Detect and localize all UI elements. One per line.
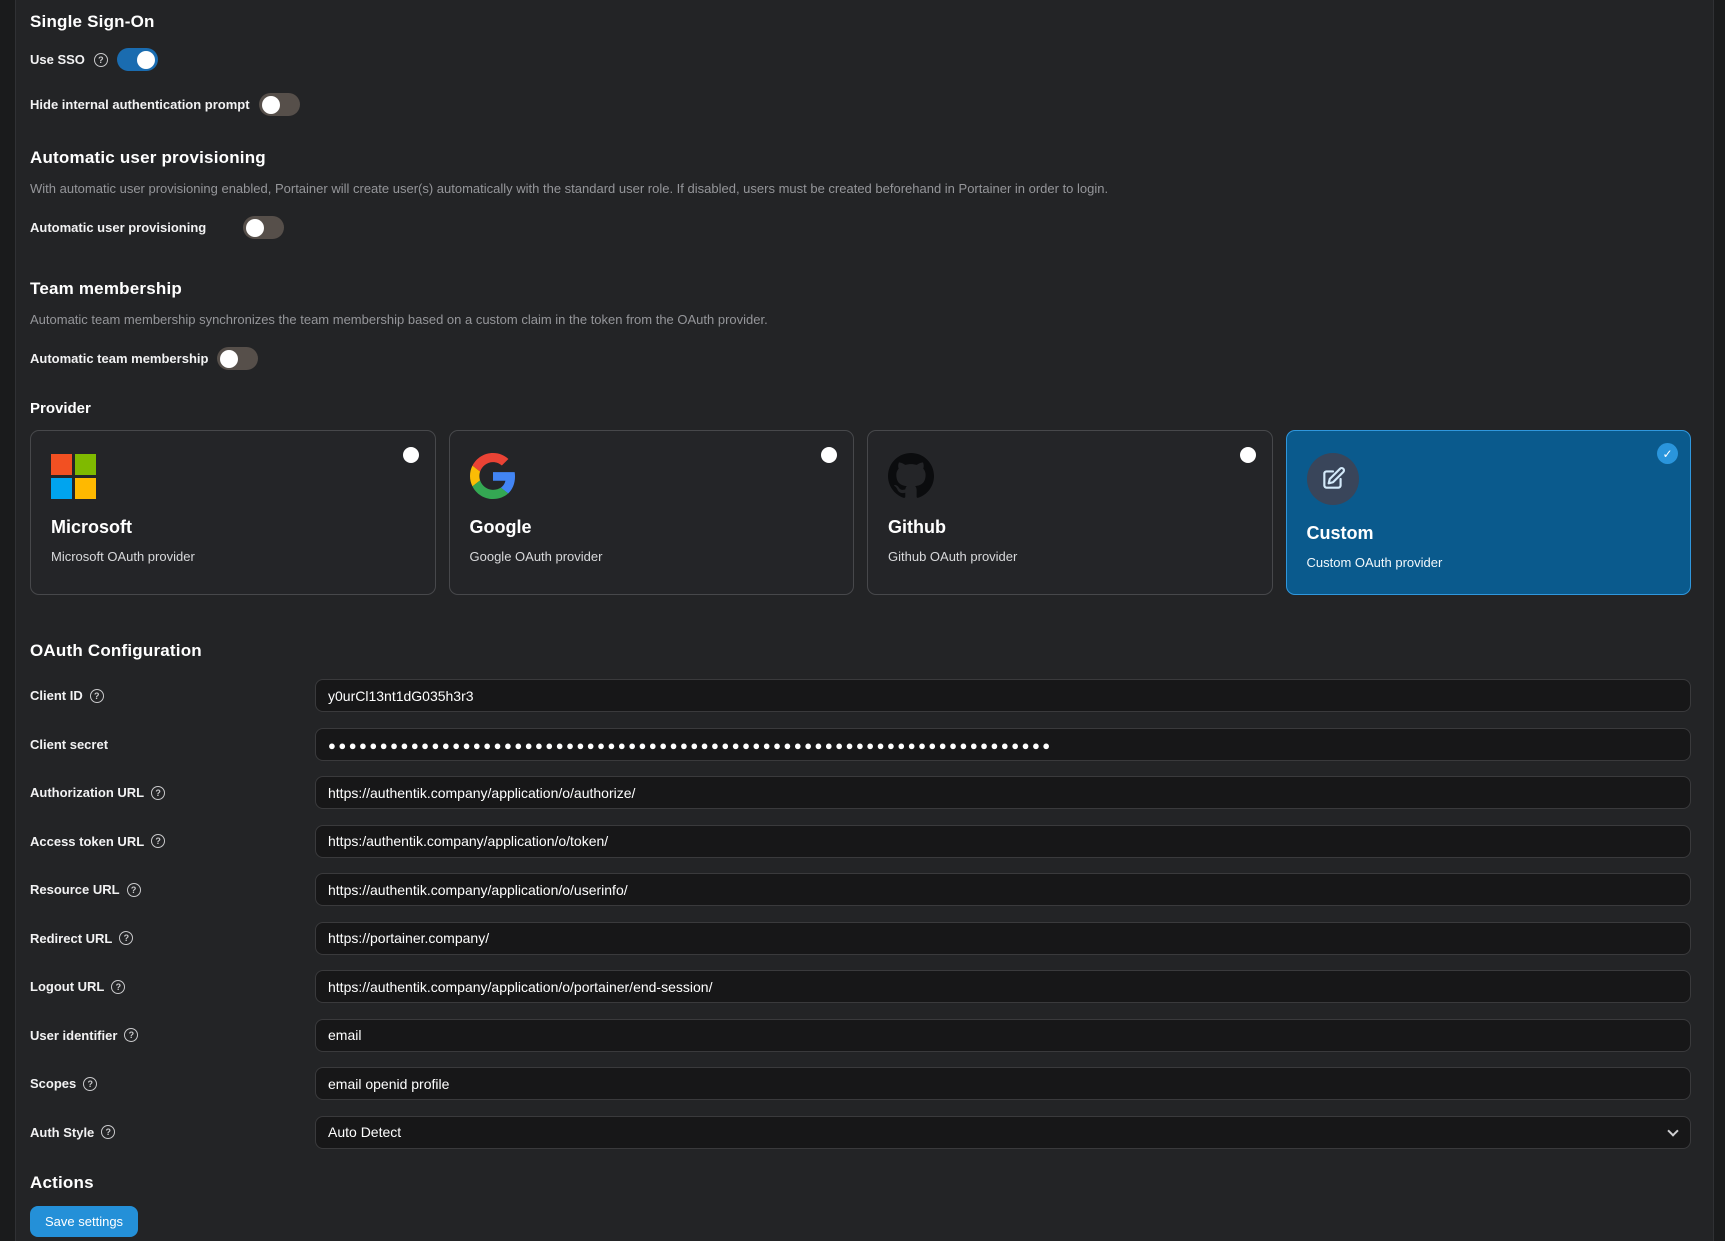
client-id-label: Client ID ?: [30, 688, 315, 703]
provisioning-toggle[interactable]: [243, 216, 284, 239]
radio-icon[interactable]: [1240, 447, 1256, 463]
resource-url-input[interactable]: [315, 873, 1691, 906]
hide-prompt-toggle[interactable]: [259, 93, 300, 116]
toggle-knob: [262, 96, 280, 114]
form-row-authorization-url: Authorization URL ?: [30, 776, 1691, 809]
resource-url-label: Resource URL ?: [30, 882, 315, 897]
auth-style-select[interactable]: [315, 1116, 1691, 1149]
form-row-access-token-url: Access token URL ?: [30, 825, 1691, 858]
provisioning-description: With automatic user provisioning enabled…: [30, 181, 1691, 196]
sso-section-title: Single Sign-On: [30, 12, 1691, 32]
oauth-section-title: OAuth Configuration: [30, 641, 1691, 661]
provisioning-row: Automatic user provisioning: [30, 216, 1691, 239]
check-icon: ✓: [1657, 443, 1678, 464]
form-row-auth-style: Auth Style ?: [30, 1116, 1691, 1149]
help-icon[interactable]: ?: [94, 53, 108, 67]
field-label-text: Redirect URL: [30, 931, 112, 946]
toggle-knob: [246, 219, 264, 237]
provider-card-description: Google OAuth provider: [470, 549, 834, 564]
help-icon[interactable]: ?: [101, 1125, 115, 1139]
provider-card-custom[interactable]: ✓ Custom Custom OAuth provider: [1286, 430, 1692, 595]
auth-style-label: Auth Style ?: [30, 1125, 315, 1140]
team-toggle[interactable]: [217, 347, 258, 370]
hide-prompt-label: Hide internal authentication prompt: [30, 97, 250, 112]
provider-card-title: Google: [470, 517, 834, 538]
help-icon[interactable]: ?: [151, 786, 165, 800]
user-identifier-label: User identifier ?: [30, 1028, 315, 1043]
provider-label: Provider: [30, 400, 1691, 417]
field-label-text: User identifier: [30, 1028, 117, 1043]
help-icon[interactable]: ?: [151, 834, 165, 848]
field-label-text: Client secret: [30, 737, 108, 752]
provider-card-title: Microsoft: [51, 517, 415, 538]
client-secret-label: Client secret: [30, 737, 315, 752]
provider-card-title: Custom: [1307, 523, 1671, 544]
provider-cards: Microsoft Microsoft OAuth provider Googl…: [30, 430, 1691, 595]
use-sso-row: Use SSO ?: [30, 48, 1691, 71]
field-label-text: Access token URL: [30, 834, 144, 849]
help-icon[interactable]: ?: [127, 883, 141, 897]
form-row-user-identifier: User identifier ?: [30, 1019, 1691, 1052]
form-row-redirect-url: Redirect URL ?: [30, 922, 1691, 955]
radio-icon[interactable]: [821, 447, 837, 463]
redirect-url-input[interactable]: [315, 922, 1691, 955]
scopes-label: Scopes ?: [30, 1076, 315, 1091]
form-row-scopes: Scopes ?: [30, 1067, 1691, 1100]
client-secret-input[interactable]: [315, 728, 1691, 761]
toggle-knob: [137, 51, 155, 69]
form-row-client-id: Client ID ?: [30, 679, 1691, 712]
authorization-url-label: Authorization URL ?: [30, 785, 315, 800]
provider-card-description: Custom OAuth provider: [1307, 555, 1671, 570]
github-logo: [888, 451, 1252, 501]
radio-icon[interactable]: [403, 447, 419, 463]
scopes-input[interactable]: [315, 1067, 1691, 1100]
provider-card-github[interactable]: Github Github OAuth provider: [867, 430, 1273, 595]
google-logo: [470, 451, 834, 501]
user-identifier-input[interactable]: [315, 1019, 1691, 1052]
hide-prompt-row: Hide internal authentication prompt: [30, 93, 1691, 116]
help-icon[interactable]: ?: [83, 1077, 97, 1091]
use-sso-label: Use SSO: [30, 52, 85, 67]
field-label-text: Client ID: [30, 688, 83, 703]
authorization-url-input[interactable]: [315, 776, 1691, 809]
provisioning-label: Automatic user provisioning: [30, 220, 206, 235]
help-icon[interactable]: ?: [111, 980, 125, 994]
field-label-text: Authorization URL: [30, 785, 144, 800]
actions-section-title: Actions: [30, 1173, 1691, 1193]
access-token-url-label: Access token URL ?: [30, 834, 315, 849]
toggle-knob: [220, 350, 238, 368]
provider-card-google[interactable]: Google Google OAuth provider: [449, 430, 855, 595]
field-label-text: Logout URL: [30, 979, 104, 994]
form-row-resource-url: Resource URL ?: [30, 873, 1691, 906]
field-label-text: Resource URL: [30, 882, 120, 897]
help-icon[interactable]: ?: [90, 689, 104, 703]
team-description: Automatic team membership synchronizes t…: [30, 312, 1691, 327]
use-sso-toggle[interactable]: [117, 48, 158, 71]
microsoft-logo: [51, 451, 415, 501]
oauth-form: Client ID ? Client secret Authorization …: [30, 679, 1691, 1149]
field-label-text: Auth Style: [30, 1125, 94, 1140]
team-row: Automatic team membership: [30, 347, 1691, 370]
form-row-logout-url: Logout URL ?: [30, 970, 1691, 1003]
oauth-settings-panel: Single Sign-On Use SSO ? Hide internal a…: [15, 0, 1714, 1241]
provider-card-title: Github: [888, 517, 1252, 538]
logout-url-input[interactable]: [315, 970, 1691, 1003]
edit-icon: [1307, 451, 1671, 507]
auth-style-value[interactable]: [315, 1116, 1691, 1149]
provider-card-description: Github OAuth provider: [888, 549, 1252, 564]
form-row-client-secret: Client secret: [30, 728, 1691, 761]
access-token-url-input[interactable]: [315, 825, 1691, 858]
help-icon[interactable]: ?: [119, 931, 133, 945]
provider-card-microsoft[interactable]: Microsoft Microsoft OAuth provider: [30, 430, 436, 595]
logout-url-label: Logout URL ?: [30, 979, 315, 994]
save-settings-button[interactable]: Save settings: [30, 1206, 138, 1237]
client-id-input[interactable]: [315, 679, 1691, 712]
team-label: Automatic team membership: [30, 351, 208, 366]
provider-card-description: Microsoft OAuth provider: [51, 549, 415, 564]
redirect-url-label: Redirect URL ?: [30, 931, 315, 946]
field-label-text: Scopes: [30, 1076, 76, 1091]
team-section-title: Team membership: [30, 279, 1691, 299]
provisioning-section-title: Automatic user provisioning: [30, 148, 1691, 168]
help-icon[interactable]: ?: [124, 1028, 138, 1042]
